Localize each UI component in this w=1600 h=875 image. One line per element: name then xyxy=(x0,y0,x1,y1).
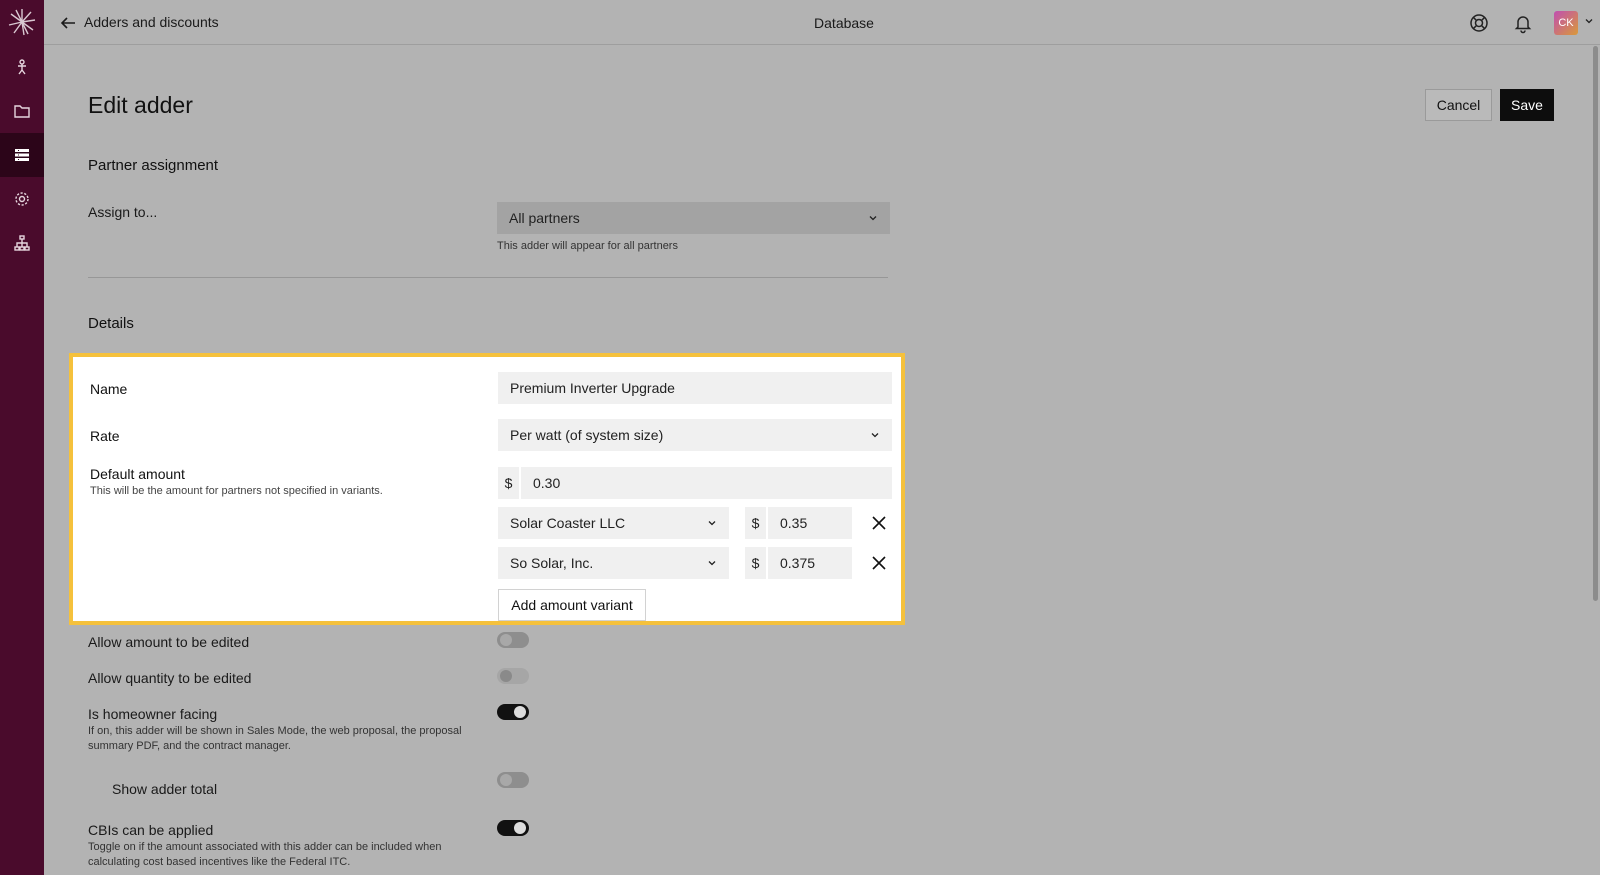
scrollbar[interactable] xyxy=(1593,46,1598,601)
rate-label: Rate xyxy=(90,428,120,444)
homeowner-facing-label: Is homeowner facing xyxy=(88,706,218,722)
bell-icon[interactable] xyxy=(1512,12,1534,34)
top-bar: Adders and discounts Database CK xyxy=(44,0,1600,45)
assign-to-select[interactable]: All partners xyxy=(497,202,890,234)
sidebar-item-org[interactable] xyxy=(0,221,44,265)
variant-partner-select[interactable]: So Solar, Inc. xyxy=(498,547,729,579)
add-amount-variant-button[interactable]: Add amount variant xyxy=(498,589,646,621)
sidebar-item-database[interactable] xyxy=(0,133,44,177)
close-icon[interactable] xyxy=(869,553,889,573)
cbis-hint: Toggle on if the amount associated with … xyxy=(88,841,442,868)
database-icon xyxy=(15,149,29,161)
default-amount-hint: This will be the amount for partners not… xyxy=(90,485,383,497)
back-arrow-icon[interactable] xyxy=(58,13,78,33)
details-highlight-panel: Name Premium Inverter Upgrade Rate Per w… xyxy=(69,353,905,625)
section-divider xyxy=(88,277,888,278)
variant-amount-input[interactable]: 0.375 xyxy=(768,547,852,579)
name-input[interactable]: Premium Inverter Upgrade xyxy=(498,372,892,404)
page-title: Edit adder xyxy=(88,92,193,118)
allow-amount-edit-label: Allow amount to be edited xyxy=(88,634,250,650)
breadcrumb-title[interactable]: Adders and discounts xyxy=(84,14,219,30)
variant-partner-value: Solar Coaster LLC xyxy=(510,515,626,531)
homeowner-facing-hint: If on, this adder will be shown in Sales… xyxy=(88,725,462,752)
assign-to-value: All partners xyxy=(509,210,580,226)
assign-to-hint: This adder will appear for all partners xyxy=(497,240,678,252)
partner-assignment-heading: Partner assignment xyxy=(88,157,219,174)
currency-prefix: $ xyxy=(498,467,520,499)
logo-icon[interactable] xyxy=(6,6,38,38)
chevron-down-icon xyxy=(871,433,879,438)
currency-prefix: $ xyxy=(745,547,767,579)
allow-amount-edit-toggle[interactable] xyxy=(497,632,529,648)
assign-to-label: Assign to... xyxy=(88,204,158,220)
cbis-toggle[interactable] xyxy=(497,820,529,836)
rate-select[interactable]: Per watt (of system size) xyxy=(498,419,892,451)
sidebar-item-projects[interactable] xyxy=(0,89,44,133)
sidebar-item-people[interactable] xyxy=(0,45,44,89)
homeowner-facing-toggle[interactable] xyxy=(497,704,529,720)
chevron-down-icon[interactable] xyxy=(1584,16,1594,26)
details-heading: Details xyxy=(88,315,134,332)
cbis-label: CBIs can be applied xyxy=(88,822,214,838)
default-amount-input[interactable]: 0.30 xyxy=(521,467,892,499)
sidebar xyxy=(0,0,44,875)
chevron-down-icon xyxy=(869,216,877,221)
rate-value: Per watt (of system size) xyxy=(510,427,664,443)
folder-icon xyxy=(14,105,30,118)
cancel-button[interactable]: Cancel xyxy=(1425,89,1492,121)
chevron-down-icon xyxy=(708,561,716,566)
show-adder-total-label: Show adder total xyxy=(112,781,218,797)
show-adder-total-toggle[interactable] xyxy=(497,772,529,788)
allow-quantity-edit-toggle[interactable] xyxy=(497,668,529,684)
currency-prefix: $ xyxy=(745,507,767,539)
save-button[interactable]: Save xyxy=(1500,89,1554,121)
variant-partner-select[interactable]: Solar Coaster LLC xyxy=(498,507,729,539)
default-amount-label: Default amount xyxy=(90,466,185,482)
allow-quantity-edit-label: Allow quantity to be edited xyxy=(88,670,252,686)
person-pin-icon xyxy=(18,59,26,75)
chevron-down-icon xyxy=(708,521,716,526)
name-label: Name xyxy=(90,381,128,397)
gear-icon xyxy=(15,192,29,206)
section-name: Database xyxy=(814,15,874,31)
org-chart-icon xyxy=(14,235,30,251)
close-icon[interactable] xyxy=(869,513,889,533)
help-lifebuoy-icon[interactable] xyxy=(1468,12,1490,34)
sidebar-item-settings[interactable] xyxy=(0,177,44,221)
variant-amount-input[interactable]: 0.35 xyxy=(768,507,852,539)
variant-partner-value: So Solar, Inc. xyxy=(510,555,594,571)
avatar[interactable]: CK xyxy=(1554,11,1578,35)
